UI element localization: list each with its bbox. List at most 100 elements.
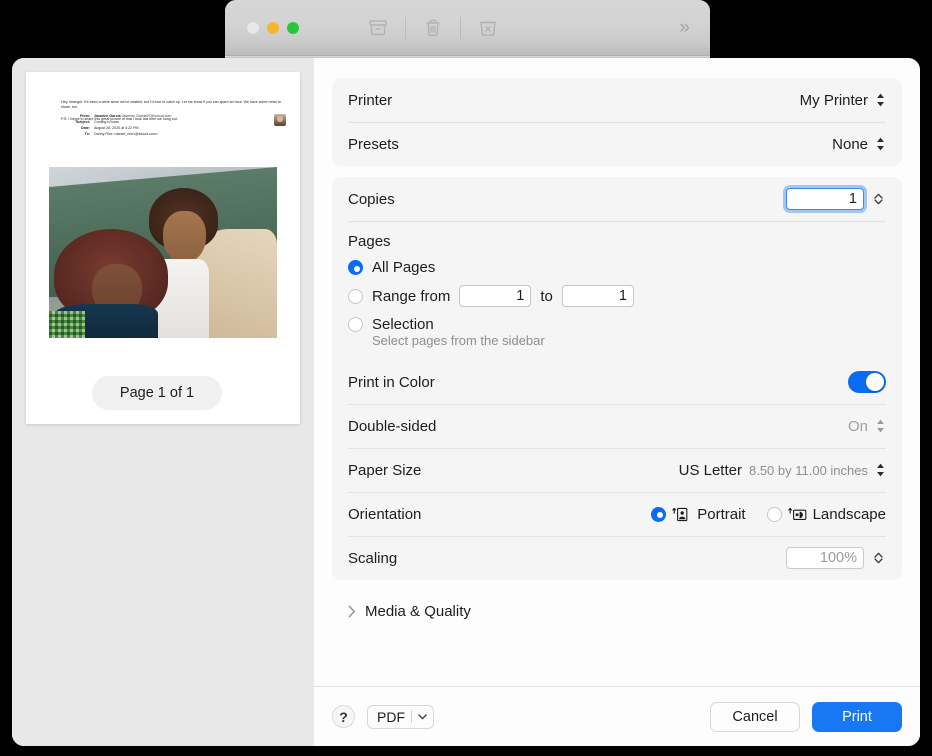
range-from-label: Range from bbox=[372, 288, 450, 305]
range-to-word: to bbox=[540, 288, 553, 305]
page-indicator: Page 1 of 1 bbox=[92, 376, 222, 410]
pdf-menu-button[interactable]: PDF bbox=[367, 705, 434, 729]
copies-input[interactable] bbox=[786, 188, 864, 210]
portrait-label: Portrait bbox=[697, 506, 745, 523]
landscape-icon bbox=[788, 507, 807, 522]
copies-row[interactable]: Copies bbox=[332, 177, 902, 221]
pages-label: Pages bbox=[348, 233, 886, 250]
date-label: Date: bbox=[48, 126, 90, 131]
chevron-updown-icon bbox=[875, 92, 886, 108]
radio-all-pages-icon[interactable] bbox=[348, 260, 363, 275]
orientation-label: Orientation bbox=[348, 506, 421, 523]
portrait-icon bbox=[672, 507, 691, 522]
range-from-input[interactable] bbox=[459, 285, 531, 307]
photo-person-right-face bbox=[163, 211, 206, 262]
screenshot-root: » From: Jasmine Garcia Jasmine.Garcia97@… bbox=[0, 0, 932, 756]
orientation-option-landscape[interactable]: Landscape bbox=[767, 506, 886, 523]
toolbar-separator bbox=[460, 17, 461, 39]
chevron-right-icon bbox=[348, 605, 356, 618]
print-dialog: From: Jasmine Garcia Jasmine.Garcia97@ic… bbox=[12, 58, 920, 746]
mail-toolbar: » bbox=[225, 0, 710, 56]
to-value: Danny Rice <daniel_rice1@icloud.com> bbox=[94, 132, 286, 137]
zoom-button-icon[interactable] bbox=[287, 22, 299, 34]
print-button[interactable]: Print bbox=[812, 702, 902, 732]
delete-button[interactable] bbox=[410, 13, 456, 43]
scaling-row[interactable]: Scaling bbox=[332, 536, 902, 580]
toolbar-overflow-icon[interactable]: » bbox=[679, 18, 688, 37]
printer-label: Printer bbox=[348, 92, 392, 109]
presets-value: None bbox=[832, 136, 868, 153]
copies-stepper[interactable] bbox=[871, 187, 886, 211]
paper-size-label: Paper Size bbox=[348, 462, 421, 479]
junk-icon bbox=[477, 17, 499, 39]
radio-selection-icon[interactable] bbox=[348, 317, 363, 332]
orientation-option-portrait[interactable]: Portrait bbox=[651, 506, 745, 523]
minimize-button-icon[interactable] bbox=[267, 22, 279, 34]
pdf-label: PDF bbox=[377, 709, 405, 725]
scaling-stepper[interactable] bbox=[871, 546, 886, 570]
double-sided-row[interactable]: Double-sided On bbox=[332, 404, 902, 448]
traffic-lights bbox=[247, 22, 299, 34]
double-sided-value: On bbox=[848, 418, 868, 435]
print-in-color-row[interactable]: Print in Color bbox=[332, 360, 902, 404]
copies-label: Copies bbox=[348, 191, 395, 208]
radio-range-icon[interactable] bbox=[348, 289, 363, 304]
chevron-updown-icon bbox=[875, 136, 886, 152]
print-in-color-toggle[interactable] bbox=[848, 371, 886, 393]
help-button[interactable]: ? bbox=[332, 705, 355, 728]
presets-label: Presets bbox=[348, 136, 399, 153]
media-quality-disclosure[interactable]: Media & Quality bbox=[332, 591, 902, 631]
landscape-label: Landscape bbox=[813, 506, 886, 523]
print-options-card: Copies bbox=[332, 177, 902, 580]
chevron-updown-icon bbox=[875, 418, 886, 434]
range-to-input[interactable] bbox=[562, 285, 634, 307]
email-body-paragraph-1: Hey, stranger. It's been a while since w… bbox=[61, 100, 286, 111]
print-in-color-label: Print in Color bbox=[348, 374, 435, 391]
to-label: To: bbox=[48, 132, 90, 137]
photo-plaid-fabric bbox=[49, 311, 85, 338]
pages-option-all[interactable]: All Pages bbox=[348, 259, 886, 276]
chevron-down-icon bbox=[874, 558, 883, 564]
chevron-down-icon bbox=[418, 714, 427, 720]
radio-landscape-icon[interactable] bbox=[767, 507, 782, 522]
close-button-icon[interactable] bbox=[247, 22, 259, 34]
settings-scroll-area: Printer My Printer Presets None bbox=[314, 58, 920, 686]
radio-portrait-icon[interactable] bbox=[651, 507, 666, 522]
scaling-input[interactable] bbox=[786, 547, 864, 569]
cancel-button[interactable]: Cancel bbox=[710, 702, 800, 732]
selection-label: Selection bbox=[372, 316, 434, 333]
media-quality-label: Media & Quality bbox=[365, 603, 471, 620]
date-value: August 26, 2020 at 4:22 PM bbox=[94, 126, 286, 131]
chevron-down-icon bbox=[874, 199, 883, 205]
toggle-knob bbox=[866, 373, 884, 391]
paper-size-row[interactable]: Paper Size US Letter 8.50 by 11.00 inche… bbox=[332, 448, 902, 492]
archive-icon bbox=[367, 17, 389, 39]
printer-row[interactable]: Printer My Printer bbox=[332, 78, 902, 122]
email-body-paragraph-2: P.S. I forgot to share this great pictur… bbox=[61, 117, 286, 122]
toolbar-separator bbox=[405, 17, 406, 39]
pages-option-range[interactable]: Range from to bbox=[348, 285, 886, 307]
all-pages-label: All Pages bbox=[372, 259, 435, 276]
pages-option-selection[interactable]: Selection bbox=[348, 316, 886, 333]
printer-value: My Printer bbox=[800, 92, 868, 109]
trash-icon bbox=[422, 17, 444, 39]
paper-size-value: US Letter bbox=[679, 462, 742, 479]
print-settings-panel: Printer My Printer Presets None bbox=[314, 58, 920, 746]
pages-block: Pages All Pages Range from to bbox=[332, 221, 902, 360]
paper-size-detail: 8.50 by 11.00 inches bbox=[749, 463, 868, 478]
print-preview-panel: From: Jasmine Garcia Jasmine.Garcia97@ic… bbox=[12, 58, 314, 746]
chevron-updown-icon bbox=[875, 462, 886, 478]
preview-page-sheet[interactable]: From: Jasmine Garcia Jasmine.Garcia97@ic… bbox=[26, 72, 300, 424]
pdf-separator bbox=[411, 710, 412, 723]
double-sided-label: Double-sided bbox=[348, 418, 436, 435]
selection-hint: Select pages from the sidebar bbox=[372, 333, 886, 348]
dialog-footer: ? PDF Cancel Print bbox=[314, 686, 920, 746]
orientation-row[interactable]: Orientation Portrait bbox=[332, 492, 902, 536]
junk-button[interactable] bbox=[465, 13, 511, 43]
archive-button[interactable] bbox=[355, 13, 401, 43]
presets-row[interactable]: Presets None bbox=[332, 122, 902, 166]
mail-toolbar-icons bbox=[355, 13, 511, 43]
printer-presets-card: Printer My Printer Presets None bbox=[332, 78, 902, 166]
email-photo bbox=[49, 167, 277, 338]
scaling-label: Scaling bbox=[348, 550, 397, 567]
